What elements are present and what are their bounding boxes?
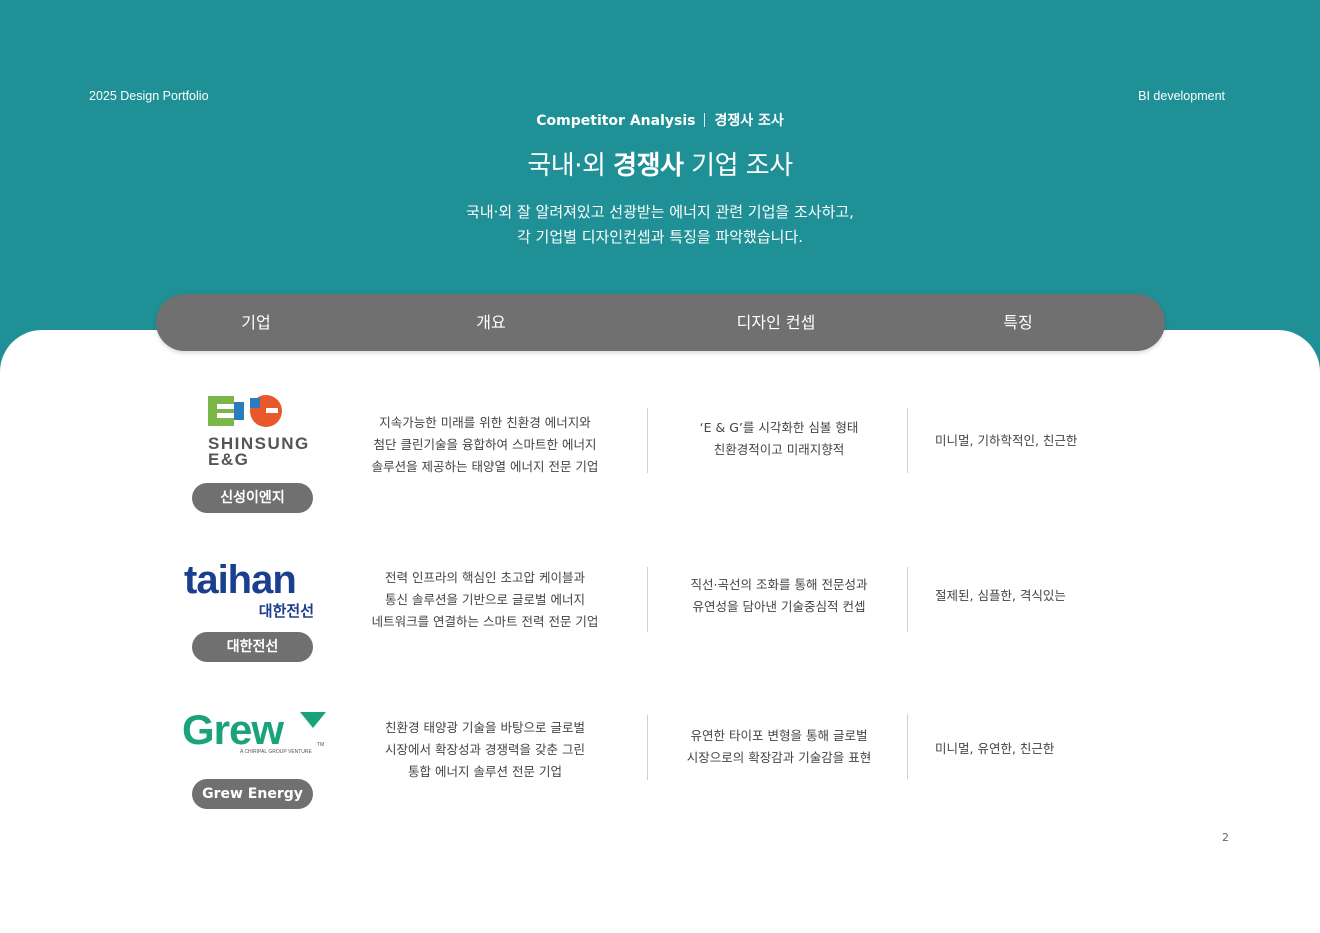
- grew-logo: Grew A CHIRIPAL GROUP VENTURE TM: [182, 706, 326, 758]
- svg-text:Grew: Grew: [182, 706, 284, 753]
- header-overview: 개요: [476, 313, 506, 332]
- table-row: SHINSUNG E&G 신성이엔지 지속가능한 미래를 위한 친환경 에너지와…: [0, 390, 1320, 520]
- overview-line: 통신 솔루션을 기반으로 글로벌 에너지: [385, 592, 585, 607]
- kicker-english: Competitor Analysis: [536, 113, 696, 129]
- column-divider: [647, 715, 648, 780]
- kicker-korean: 경쟁사 조사: [714, 113, 784, 129]
- company-overview: 친환경 태양광 기술을 바탕으로 글로벌 시장에서 확장성과 경쟁력을 갖춘 그…: [360, 717, 610, 783]
- svg-text:E&G: E&G: [208, 450, 249, 466]
- taihan-logo: taihan 대한전선: [184, 555, 324, 621]
- company-name-pill: Grew Energy: [192, 779, 313, 809]
- title-part-1: 국내·외: [527, 151, 614, 181]
- shinsung-symbol-icon: SHINSUNG E&G: [208, 395, 308, 466]
- overview-line: 시장에서 확장성과 경쟁력을 갖춘 그린: [385, 742, 585, 757]
- company-overview: 지속가능한 미래를 위한 친환경 에너지와 첨단 클린기술을 융합하여 스마트한…: [360, 412, 610, 478]
- header-company: 기업: [241, 313, 271, 332]
- overview-line: 첨단 클린기술을 융합하여 스마트한 에너지: [373, 437, 597, 452]
- portfolio-label: 2025 Design Portfolio: [89, 89, 209, 103]
- svg-text:A CHIRIPAL GROUP VENTURE: A CHIRIPAL GROUP VENTURE: [240, 749, 313, 755]
- svg-text:대한전선: 대한전선: [259, 602, 314, 620]
- page-number: 2: [1222, 831, 1229, 844]
- company-name-pill: 신성이엔지: [192, 483, 313, 513]
- header-features: 특징: [1003, 313, 1033, 332]
- shinsung-logo: SHINSUNG E&G: [206, 394, 346, 466]
- company-features: 미니멀, 기하학적인, 친근한: [935, 433, 1078, 448]
- section-kicker: Competitor Analysis 경쟁사 조사: [0, 110, 1320, 130]
- column-divider: [907, 714, 908, 779]
- overview-line: 통합 에너지 솔루션 전문 기업: [408, 764, 562, 779]
- page-description: 국내·외 잘 알려져있고 선광받는 에너지 관련 기업을 조사하고, 각 기업별…: [0, 200, 1320, 250]
- design-concept: 직선·곡선의 조화를 통해 전문성과 유연성을 담아낸 기술중심적 컨셉: [660, 574, 898, 618]
- description-line-2: 각 기업별 디자인컨셉과 특징을 파악했습니다.: [516, 228, 804, 246]
- overview-line: 친환경 태양광 기술을 바탕으로 글로벌: [385, 720, 585, 735]
- design-concept: 유연한 타이포 변형을 통해 글로벌 시장으로의 확장감과 기술감을 표현: [660, 725, 898, 769]
- title-part-2: 기업 조사: [683, 151, 793, 181]
- company-name-pill: 대한전선: [192, 632, 313, 662]
- overview-line: 전력 인프라의 핵심인 초고압 케이블과: [385, 570, 585, 585]
- column-divider: [647, 408, 648, 473]
- design-concept: ‘E & G’를 시각화한 심볼 형태 친환경적이고 미래지향적: [660, 417, 898, 461]
- section-label: BI development: [1138, 89, 1225, 103]
- grew-wordmark-icon: Grew A CHIRIPAL GROUP VENTURE TM: [182, 706, 326, 755]
- column-divider: [907, 408, 908, 473]
- overview-line: 솔루션을 제공하는 태양열 에너지 전문 기업: [371, 459, 599, 474]
- concept-line: 친환경적이고 미래지향적: [713, 442, 845, 457]
- overview-line: 지속가능한 미래를 위한 친환경 에너지와: [379, 415, 591, 430]
- description-line-1: 국내·외 잘 알려져있고 선광받는 에너지 관련 기업을 조사하고,: [466, 203, 854, 221]
- table-row: Grew A CHIRIPAL GROUP VENTURE TM Grew En…: [0, 700, 1320, 830]
- svg-text:taihan: taihan: [184, 558, 296, 602]
- overview-line: 네트워크를 연결하는 스마트 전력 전문 기업: [371, 614, 599, 629]
- company-features: 절제된, 심플한, 격식있는: [935, 588, 1066, 603]
- taihan-wordmark-icon: taihan 대한전선: [184, 558, 314, 620]
- concept-line: 직선·곡선의 조화를 통해 전문성과: [690, 577, 868, 592]
- column-divider: [907, 567, 908, 632]
- company-features: 미니멀, 유연한, 친근한: [935, 741, 1055, 756]
- column-divider: [647, 567, 648, 632]
- svg-text:TM: TM: [317, 742, 324, 748]
- page-title: 국내·외 경쟁사 기업 조사: [0, 145, 1320, 182]
- concept-line: 시장으로의 확장감과 기술감을 표현: [686, 750, 872, 765]
- header-design-concept: 디자인 컨셉: [736, 313, 816, 332]
- title-part-emphasis: 경쟁사: [613, 151, 684, 181]
- table-row: taihan 대한전선 대한전선 전력 인프라의 핵심인 초고압 케이블과 통신…: [0, 547, 1320, 677]
- concept-line: ‘E & G’를 시각화한 심볼 형태: [699, 420, 859, 435]
- concept-line: 유연한 타이포 변형을 통해 글로벌: [690, 728, 868, 743]
- kicker-divider: [704, 113, 706, 127]
- concept-line: 유연성을 담아낸 기술중심적 컨셉: [692, 599, 866, 614]
- company-overview: 전력 인프라의 핵심인 초고압 케이블과 통신 솔루션을 기반으로 글로벌 에너…: [360, 567, 610, 633]
- table-header: 기업 개요 디자인 컨셉 특징: [156, 294, 1165, 351]
